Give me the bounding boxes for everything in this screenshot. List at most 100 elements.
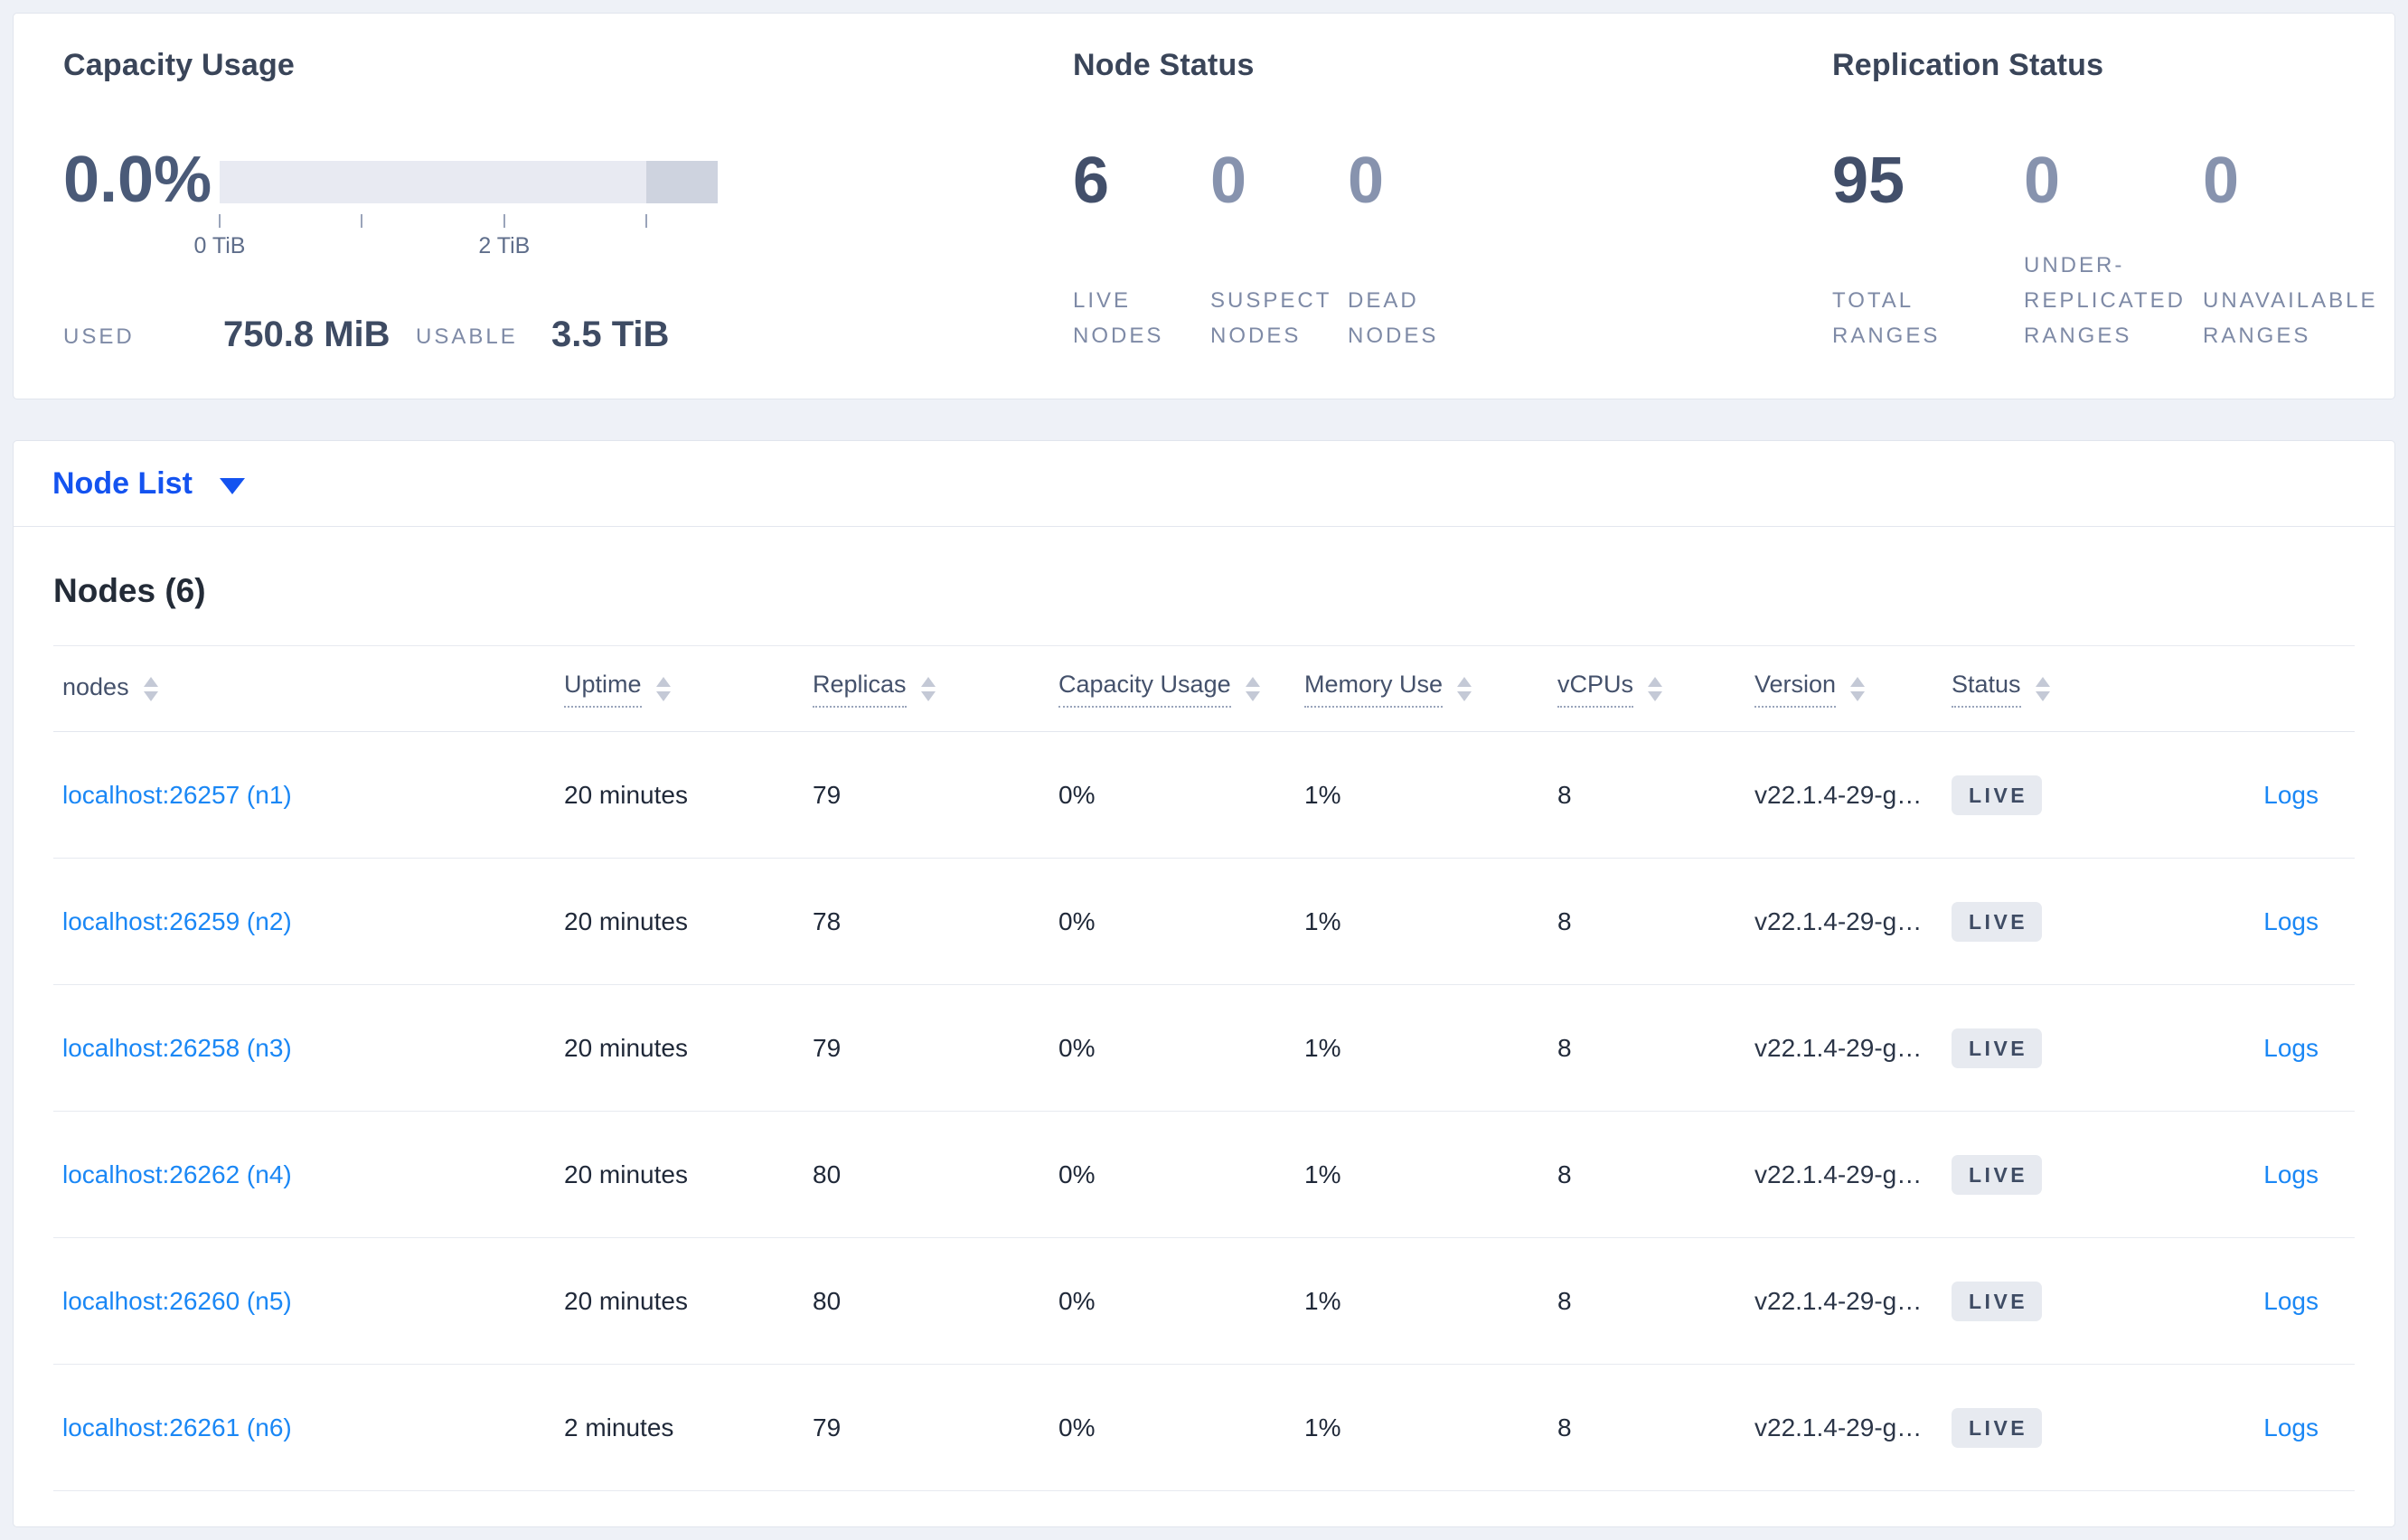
memory-use-cell: 1% [1304, 780, 1341, 809]
memory-use-cell: 1% [1304, 1286, 1341, 1315]
status-cell: LIVE [1942, 1154, 2168, 1195]
sort-down-arrow [1245, 690, 1260, 701]
capacity-usage-cell: 0% [1058, 906, 1096, 935]
stat-label-unavailable-ranges: UNAVAILABLE RANGES [2203, 288, 2378, 348]
capacity-axis-tick-label: 2 TiB [478, 233, 531, 258]
column-header-replicas[interactable]: Replicas [804, 671, 1049, 708]
version-cell: v22.1.4-29-g… [1754, 1286, 1923, 1315]
uptime-cell: 2 minutes [564, 1413, 674, 1441]
capacity-usage-title: Capacity Usage [63, 48, 296, 82]
node-link[interactable]: localhost:26257 (n1) [62, 781, 292, 809]
capacity-usage-cell: 0% [1058, 1033, 1096, 1062]
version-cell: v22.1.4-29-g… [1754, 780, 1923, 809]
column-header-vcpus[interactable]: vCPUs [1548, 671, 1745, 708]
stat-label-dead-nodes: DEAD NODES [1348, 288, 1439, 348]
version-cell: v22.1.4-29-g… [1754, 1413, 1923, 1441]
sort-down-arrow [920, 690, 936, 701]
column-header-capacity-usage[interactable]: Capacity Usage [1049, 671, 1295, 708]
version-cell: v22.1.4-29-g… [1754, 906, 1923, 935]
logs-link[interactable]: Logs [2263, 1034, 2319, 1062]
replicas-cell: 80 [813, 1160, 842, 1188]
node-cell: localhost:26258 (n3) [53, 1034, 555, 1063]
node-status-section: Node Status 6 LIVE NODES 0 SUSPECT NODES 0 DE… [1073, 14, 1760, 399]
node-link[interactable]: localhost:26262 (n4) [62, 1160, 292, 1188]
stat-label-live-nodes: LIVE NODES [1073, 288, 1164, 348]
memory-use-cell: 1% [1304, 1413, 1341, 1441]
capacity-axis-tick-label: 0 TiB [193, 233, 246, 258]
sort-up-arrow [143, 676, 158, 687]
used-value: 750.8 MiB [223, 315, 390, 354]
column-header-memory-use[interactable]: Memory Use [1295, 671, 1548, 708]
stat-dead-nodes: 0 DEAD NODES [1348, 146, 1501, 353]
node-link[interactable]: localhost:26260 (n5) [62, 1287, 292, 1315]
sort-icon [1850, 676, 1866, 701]
column-header-label: Status [1952, 671, 2021, 708]
node-list-dropdown-label: Node List [52, 465, 193, 501]
capacity-axis-tick [503, 214, 505, 228]
nodes-table-header-row: nodes Uptime Replicas Capacity Usage Memory … [53, 645, 2355, 732]
vcpus-cell: 8 [1557, 1033, 1572, 1062]
table-row: localhost:26259 (n2) 20 minutes 78 0% 1% 8 v22… [53, 859, 2355, 985]
node-link[interactable]: localhost:26259 (n2) [62, 907, 292, 935]
uptime-cell: 20 minutes [564, 1160, 688, 1188]
capacity-bar [220, 161, 718, 203]
node-link[interactable]: localhost:26258 (n3) [62, 1034, 292, 1062]
replicas-cell: 80 [813, 1286, 842, 1315]
column-header-label: nodes [62, 672, 129, 700]
node-link[interactable]: localhost:26261 (n6) [62, 1413, 292, 1441]
status-live-badge: LIVE [1952, 1281, 2043, 1321]
capacity-axis-tick [219, 214, 221, 228]
vcpus-cell: 8 [1557, 780, 1572, 809]
table-row: localhost:26257 (n1) 20 minutes 79 0% 1% 8 v22… [53, 732, 2355, 859]
column-header-uptime[interactable]: Uptime [555, 671, 804, 708]
sort-up-arrow [1245, 676, 1260, 687]
version-cell: v22.1.4-29-g… [1754, 1160, 1923, 1188]
capacity-usage-cell: 0% [1058, 1413, 1096, 1441]
sort-icon [1648, 676, 1663, 701]
sort-icon [2035, 676, 2050, 701]
logs-cell: Logs [2168, 781, 2355, 810]
column-header-nodes[interactable]: nodes [53, 673, 555, 705]
nodes-table: Nodes (6) nodes Uptime Replicas Capacity Us… [14, 570, 2394, 1491]
stat-value-total-ranges: 95 [1832, 145, 1905, 217]
logs-cell: Logs [2168, 1034, 2355, 1063]
capacity-usage-cell: 0% [1058, 780, 1096, 809]
sort-icon [1457, 676, 1472, 701]
sort-up-arrow [920, 676, 936, 687]
node-status-metrics: 6 LIVE NODES 0 SUSPECT NODES 0 DEAD NODES [1073, 146, 1501, 353]
stat-value-live-nodes: 6 [1073, 145, 1110, 217]
replication-status-metrics: 95 TOTAL RANGES 0 UNDER-REPLICATED RANGES 0 U… [1832, 146, 2408, 353]
logs-link[interactable]: Logs [2263, 1287, 2319, 1315]
logs-link[interactable]: Logs [2263, 1160, 2319, 1188]
table-row: localhost:26262 (n4) 20 minutes 80 0% 1% 8 v22… [53, 1112, 2355, 1238]
view-selector-bar: Node List [14, 441, 2394, 527]
memory-use-cell: 1% [1304, 1033, 1341, 1062]
column-header-status[interactable]: Status [1942, 671, 2168, 708]
sort-down-arrow [143, 690, 158, 701]
logs-cell: Logs [2168, 907, 2355, 936]
replicas-cell: 79 [813, 1033, 842, 1062]
uptime-cell: 20 minutes [564, 906, 688, 935]
sort-icon [655, 676, 671, 701]
status-cell: LIVE [1942, 901, 2168, 942]
column-header-label: Memory Use [1304, 671, 1444, 708]
sort-down-arrow [1457, 690, 1472, 701]
node-cell: localhost:26261 (n6) [53, 1413, 555, 1442]
stat-value-unavailable-ranges: 0 [2203, 145, 2240, 217]
stat-label-suspect-nodes: SUSPECT NODES [1210, 288, 1331, 348]
sort-icon [920, 676, 936, 701]
capacity-percent: 0.0% [63, 144, 212, 216]
logs-link[interactable]: Logs [2263, 1413, 2319, 1441]
status-cell: LIVE [1942, 775, 2168, 815]
node-list-dropdown[interactable]: Node List [52, 466, 245, 502]
logs-link[interactable]: Logs [2263, 781, 2319, 809]
logs-cell: Logs [2168, 1287, 2355, 1316]
logs-link[interactable]: Logs [2263, 907, 2319, 935]
column-header-version[interactable]: Version [1745, 671, 1942, 708]
node-list-card: Node List Nodes (6) nodes Uptime Replicas C… [13, 440, 2395, 1527]
capacity-usage-cell: 0% [1058, 1286, 1096, 1315]
capacity-usage-cell: 0% [1058, 1160, 1096, 1188]
node-status-title: Node Status [1073, 48, 1255, 82]
sort-icon [1245, 676, 1260, 701]
stat-value-dead-nodes: 0 [1348, 145, 1385, 217]
